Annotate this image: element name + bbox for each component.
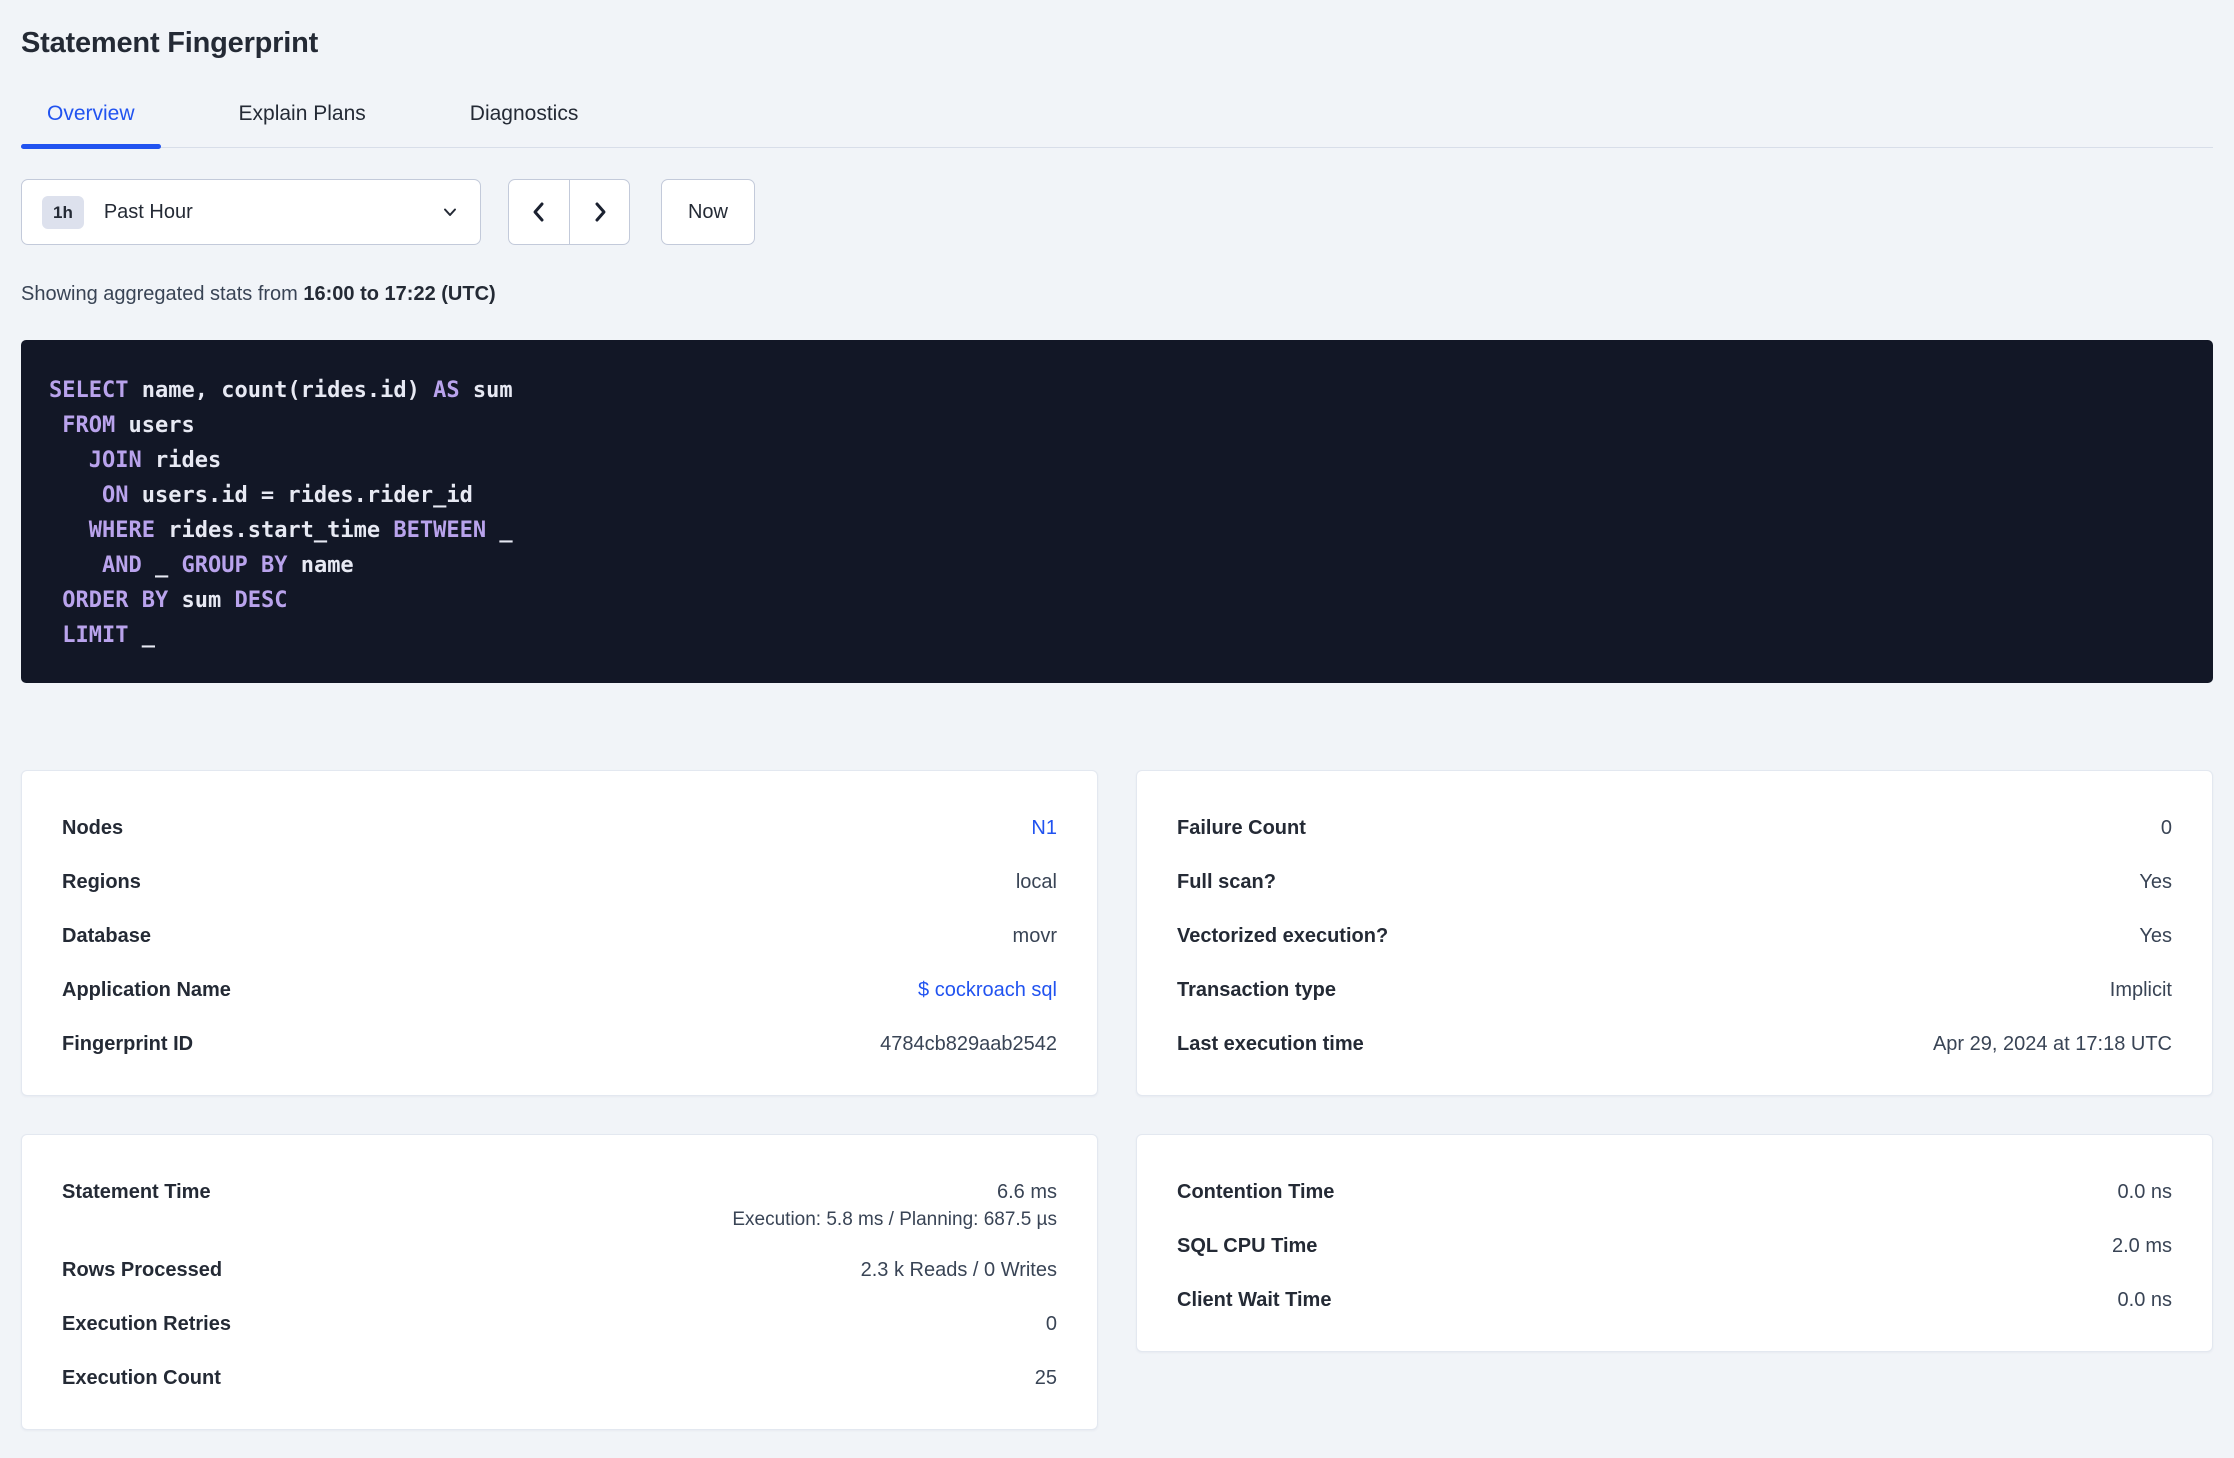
statement-fingerprint-page: Statement Fingerprint Overview Explain P… — [0, 0, 2234, 1430]
row-value: local — [1015, 870, 1057, 893]
time-range-label: Past Hour — [103, 200, 193, 223]
summary-cards: Nodes N1 Regions local Database movr Applicati… — [21, 770, 2213, 1430]
row-value: movr — [1012, 924, 1057, 947]
row-value: 2.0 ms — [2111, 1234, 2172, 1257]
time-step-buttons — [508, 179, 630, 245]
row-label: Application Name — [62, 978, 231, 1001]
sql-statement: SELECT name, count(rides.id) AS sum FROM… — [21, 340, 2213, 683]
sql-line: AND _ GROUP BY name — [101, 553, 354, 578]
sql-line: FROM users — [62, 413, 195, 438]
row-value: 2.3 k Reads / 0 Writes — [860, 1258, 1057, 1281]
card-row: Nodes N1 — [62, 801, 1057, 855]
row-value: Yes — [2139, 870, 2172, 893]
card-row: Last execution time Apr 29, 2024 at 17:18… — [1177, 1017, 2172, 1071]
tab-diagnostics[interactable]: Diagnostics — [444, 102, 605, 147]
sql-line: SELECT name, count(rides.id) AS sum — [49, 378, 513, 403]
tab-explain-plans[interactable]: Explain Plans — [213, 102, 392, 147]
row-label: Nodes — [62, 816, 124, 839]
row-label: Fingerprint ID — [62, 1032, 194, 1055]
sql-line: ORDER BY sum DESC — [62, 588, 288, 613]
row-value-link[interactable]: $ cockroach sql — [918, 979, 1057, 1002]
sql-line: ON users.id = rides.rider_id — [101, 483, 473, 508]
row-value: 25 — [1034, 1366, 1057, 1389]
row-label: Last execution time — [1177, 1032, 1364, 1055]
sql-line: LIMIT _ — [62, 623, 155, 648]
chevron-down-icon — [440, 202, 460, 222]
row-label: Execution Count — [62, 1366, 221, 1389]
chevron-right-icon — [588, 200, 612, 224]
card-row: Execution Count 25 — [62, 1351, 1057, 1405]
row-value: Implicit — [2109, 978, 2172, 1001]
chevron-left-icon — [527, 200, 551, 224]
tab-bar: Overview Explain Plans Diagnostics — [21, 102, 2213, 149]
row-label: Full scan? — [1177, 870, 1276, 893]
row-value-link[interactable]: N1 — [1031, 817, 1057, 840]
row-label: Client Wait Time — [1177, 1288, 1332, 1311]
caption-time-range: 16:00 to 17:22 (UTC) — [303, 283, 496, 305]
now-button[interactable]: Now — [661, 179, 755, 245]
card-row: Transaction type Implicit — [1177, 963, 2172, 1017]
overview-details-right-card: Failure Count 0 Full scan? Yes Vectorized ex… — [1136, 770, 2213, 1096]
card-row: Failure Count 0 — [1177, 801, 2172, 855]
row-value: 0 — [1045, 1312, 1057, 1335]
time-range-badge: 1h — [42, 195, 84, 229]
row-value: 6.6 ms — [996, 1180, 1057, 1203]
row-value: 0.0 ns — [2117, 1180, 2172, 1203]
row-value: 4784cb829aab2542 — [880, 1032, 1057, 1055]
card-row: Regions local — [62, 855, 1057, 909]
row-value: Apr 29, 2024 at 17:18 UTC — [1932, 1032, 2172, 1055]
row-label: Vectorized execution? — [1177, 924, 1389, 947]
page-title: Statement Fingerprint — [21, 27, 319, 59]
row-value: 0 — [2160, 816, 2172, 839]
card-row: Contention Time 0.0 ns — [1177, 1165, 2172, 1219]
previous-time-button[interactable] — [509, 180, 569, 244]
row-label: SQL CPU Time — [1177, 1234, 1318, 1257]
execution-stats-right-card: Contention Time 0.0 ns SQL CPU Time 2.0 ms C… — [1136, 1134, 2213, 1352]
overview-details-left-card: Nodes N1 Regions local Database movr Applicati… — [21, 770, 1098, 1096]
row-label: Rows Processed — [62, 1258, 223, 1281]
row-value: Yes — [2139, 924, 2172, 947]
row-label: Statement Time — [62, 1180, 211, 1203]
sql-line: WHERE rides.start_time BETWEEN _ — [88, 518, 513, 543]
caption-prefix: Showing aggregated stats from — [21, 283, 304, 305]
card-row: Client Wait Time 0.0 ns — [1177, 1273, 2172, 1327]
card-row: Vectorized execution? Yes — [1177, 909, 2172, 963]
card-row: Full scan? Yes — [1177, 855, 2172, 909]
row-label: Transaction type — [1177, 978, 1336, 1001]
card-row: Rows Processed 2.3 k Reads / 0 Writes — [62, 1243, 1057, 1297]
time-range-dropdown[interactable]: 1h Past Hour — [21, 179, 481, 245]
row-label: Execution Retries — [62, 1312, 231, 1335]
execution-stats-left-card: Statement Time 6.6 ms Execution: 5.8 ms / … — [21, 1134, 1098, 1430]
row-label: Regions — [62, 870, 141, 893]
card-row: Application Name $ cockroach sql — [62, 963, 1057, 1017]
sql-line: JOIN rides — [88, 448, 222, 473]
tab-overview[interactable]: Overview — [21, 102, 161, 149]
card-row: Execution Retries 0 — [62, 1297, 1057, 1351]
row-label: Contention Time — [1177, 1180, 1335, 1203]
time-toolbar: 1h Past Hour Now — [21, 179, 2213, 245]
row-label: Failure Count — [1177, 816, 1306, 839]
row-value: 0.0 ns — [2117, 1288, 2172, 1311]
card-row: Database movr — [62, 909, 1057, 963]
card-row: Statement Time 6.6 ms Execution: 5.8 ms / … — [62, 1165, 1057, 1243]
card-row: SQL CPU Time 2.0 ms — [1177, 1219, 2172, 1273]
row-subvalue: Execution: 5.8 ms / Planning: 687.5 µs — [732, 1209, 1057, 1230]
aggregated-stats-caption: Showing aggregated stats from 16:00 to 1… — [21, 281, 2213, 307]
row-label: Database — [62, 924, 151, 947]
card-row: Fingerprint ID 4784cb829aab2542 — [62, 1017, 1057, 1071]
next-time-button[interactable] — [569, 180, 629, 244]
